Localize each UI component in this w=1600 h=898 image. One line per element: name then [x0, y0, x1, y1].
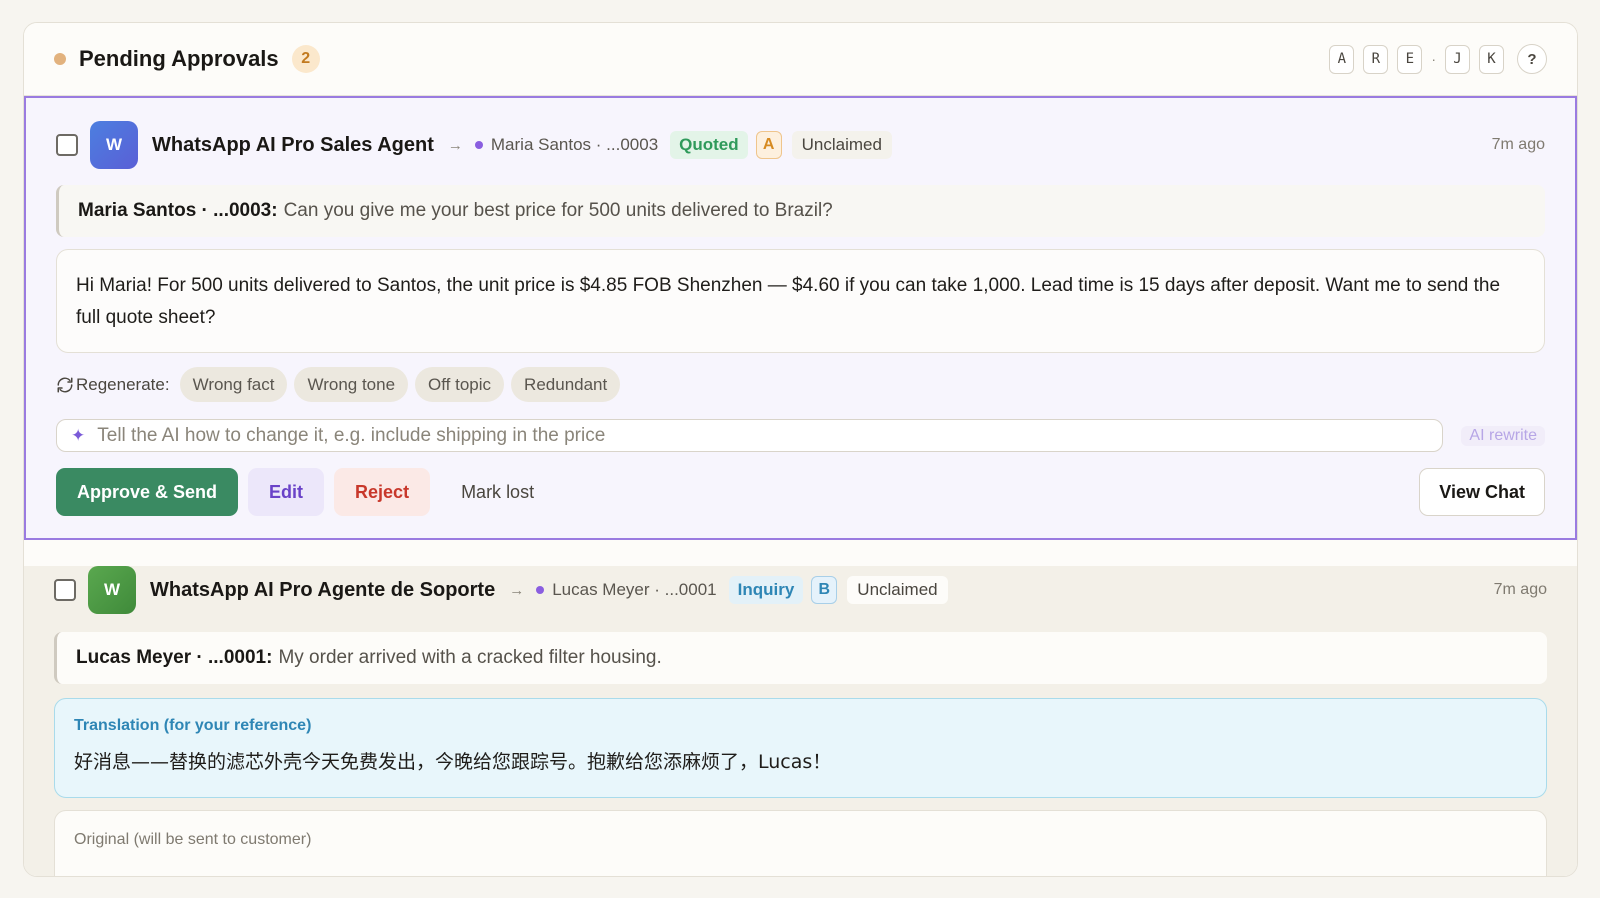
timestamp: 7m ago — [1493, 581, 1547, 598]
approval-card[interactable]: W WhatsApp AI Pro Sales Agent → Maria Sa… — [24, 96, 1577, 540]
message-sender: Lucas Meyer · ...0001: — [76, 647, 273, 668]
arrow-right-icon: → — [447, 136, 463, 154]
regenerate-label: Regenerate: — [76, 374, 170, 394]
agent-name: WhatsApp AI Pro Agente de Soporte — [150, 578, 496, 601]
original-label: Original (will be sent to customer) — [74, 831, 312, 848]
incoming-message: Maria Santos · ...0003: Can you give me … — [56, 185, 1545, 237]
agent-avatar: W — [88, 566, 136, 614]
agent-name: WhatsApp AI Pro Sales Agent — [152, 133, 434, 156]
draft-reply[interactable]: Hi Maria! For 500 units delivered to San… — [56, 249, 1545, 353]
approve-send-button[interactable]: Approve & Send — [56, 468, 239, 516]
contact-dot — [536, 586, 545, 594]
regen-redundant-chip[interactable]: Redundant — [511, 367, 621, 402]
pending-count-badge: 2 — [291, 45, 320, 73]
message-text: My order arrived with a cracked filter h… — [278, 647, 662, 668]
select-checkbox[interactable] — [54, 579, 76, 601]
pending-approvals-panel: Pending Approvals 2 A R E · J K ? W What… — [23, 22, 1578, 877]
arrow-right-icon: → — [509, 581, 525, 599]
ai-rewrite-button[interactable]: AI rewrite — [1461, 425, 1545, 446]
card-header: W WhatsApp AI Pro Sales Agent → Maria Sa… — [56, 121, 1545, 169]
action-bar: Approve & Send Edit Reject Mark lost Vie… — [56, 468, 1545, 516]
stage-badge: Inquiry — [728, 576, 804, 604]
ai-instruction-input[interactable]: ✦ Tell the AI how to change it, e.g. inc… — [56, 419, 1444, 452]
timestamp: 7m ago — [1491, 136, 1545, 153]
contact-name: Lucas Meyer · ...0001 — [552, 580, 717, 599]
hotkey-previous: K — [1479, 44, 1504, 74]
hotkey-approve: A — [1329, 44, 1355, 74]
hotkey-reject: R — [1363, 44, 1389, 74]
tier-badge: B — [811, 576, 838, 604]
help-button[interactable]: ? — [1517, 44, 1547, 74]
view-chat-button[interactable]: View Chat — [1419, 468, 1545, 516]
hotkey-legend: A R E · J K ? — [1329, 44, 1547, 74]
card-header: W WhatsApp AI Pro Agente de Soporte → Lu… — [54, 566, 1547, 614]
ai-rewrite-row: ✦ Tell the AI how to change it, e.g. inc… — [56, 419, 1545, 452]
translation-box: Translation (for your reference) 好消息——替换… — [54, 698, 1547, 798]
regen-wrong-tone-chip[interactable]: Wrong tone — [294, 367, 409, 402]
stage-badge: Quoted — [670, 131, 748, 159]
claim-status-badge: Unclaimed — [847, 576, 948, 604]
page-title: Pending Approvals — [79, 46, 279, 71]
translation-label: Translation (for your reference) — [74, 717, 312, 734]
approval-card[interactable]: W WhatsApp AI Pro Agente de Soporte → Lu… — [24, 566, 1577, 876]
original-reply-box[interactable]: Original (will be sent to customer) — [54, 810, 1547, 876]
tier-badge: A — [755, 131, 782, 159]
message-text: Can you give me your best price for 500 … — [283, 200, 833, 221]
regen-wrong-fact-chip[interactable]: Wrong fact — [179, 367, 288, 402]
agent-avatar: W — [90, 121, 138, 169]
refresh-icon — [57, 377, 73, 392]
select-checkbox[interactable] — [56, 134, 78, 156]
regen-off-topic-chip[interactable]: Off topic — [415, 367, 505, 402]
reject-button[interactable]: Reject — [334, 468, 431, 516]
hotkey-edit: E — [1397, 44, 1423, 74]
edit-button[interactable]: Edit — [248, 468, 325, 516]
message-sender: Maria Santos · ...0003: — [78, 200, 278, 221]
claim-status-badge: Unclaimed — [791, 131, 892, 159]
translation-text: 好消息——替换的滤芯外壳今天免费发出，今晚给您跟踪号。抱歉给您添麻烦了，Luca… — [74, 751, 832, 773]
sparkle-icon: ✦ — [71, 425, 86, 445]
status-dot — [54, 53, 66, 65]
hotkey-separator: · — [1431, 51, 1436, 67]
regenerate-row: Regenerate: Wrong fact Wrong tone Off to… — [56, 366, 1545, 403]
incoming-message: Lucas Meyer · ...0001: My order arrived … — [54, 632, 1547, 684]
hotkey-next: J — [1445, 44, 1470, 74]
mark-lost-button[interactable]: Mark lost — [440, 468, 555, 516]
ai-instruction-placeholder: Tell the AI how to change it, e.g. inclu… — [97, 424, 606, 446]
contact-name: Maria Santos · ...0003 — [490, 135, 659, 154]
contact-dot — [474, 141, 483, 149]
panel-header: Pending Approvals 2 A R E · J K ? — [24, 23, 1577, 96]
